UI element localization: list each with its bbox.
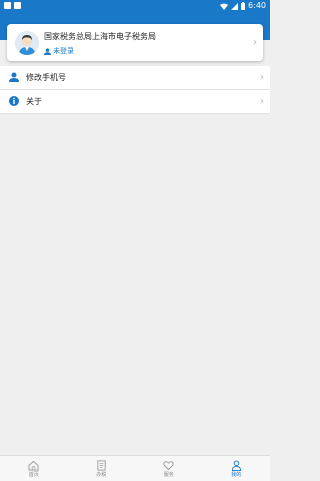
chevron-right-icon: ›: [253, 37, 257, 48]
status-bar: 6:40: [0, 0, 270, 12]
battery-icon: [241, 2, 246, 10]
menu-list: 修改手机号 › 关于 ›: [0, 66, 270, 114]
document-icon: [97, 460, 106, 471]
notification-icon: [14, 2, 21, 9]
notification-icon: [4, 2, 11, 9]
tab-mine[interactable]: 我的: [203, 456, 271, 481]
login-status-label: 未登录: [53, 47, 74, 55]
menu-item-about[interactable]: 关于 ›: [0, 90, 270, 114]
avatar: [15, 31, 39, 55]
app-title: 国家税务总局上海市电子税务局: [44, 32, 156, 41]
person-icon: [9, 72, 19, 82]
menu-item-change-phone[interactable]: 修改手机号 ›: [0, 66, 270, 90]
person-icon: [231, 460, 241, 471]
wifi-icon: [220, 3, 229, 10]
tab-label: 办税: [96, 472, 107, 478]
info-icon: [9, 96, 19, 106]
tab-label: 首页: [28, 472, 39, 478]
home-icon: [28, 460, 39, 471]
chevron-right-icon: ›: [260, 72, 264, 83]
heart-icon: [163, 461, 174, 471]
tab-home[interactable]: 首页: [0, 456, 68, 481]
chevron-right-icon: ›: [260, 96, 264, 107]
login-status[interactable]: 未登录: [44, 46, 74, 56]
menu-item-label: 修改手机号: [26, 73, 66, 82]
status-time: 6:40: [248, 1, 266, 10]
profile-card[interactable]: 国家税务总局上海市电子税务局 未登录 ›: [7, 24, 263, 61]
bottom-tab-bar: 首页 办税 服务 我的: [0, 455, 270, 481]
tab-label: 我的: [231, 472, 242, 478]
tab-tax[interactable]: 办税: [68, 456, 136, 481]
tab-label: 服务: [163, 472, 174, 478]
avatar-icon: [15, 31, 39, 55]
user-icon: [44, 47, 51, 55]
tab-service[interactable]: 服务: [135, 456, 203, 481]
menu-item-label: 关于: [26, 97, 42, 106]
signal-icon: [231, 2, 239, 10]
